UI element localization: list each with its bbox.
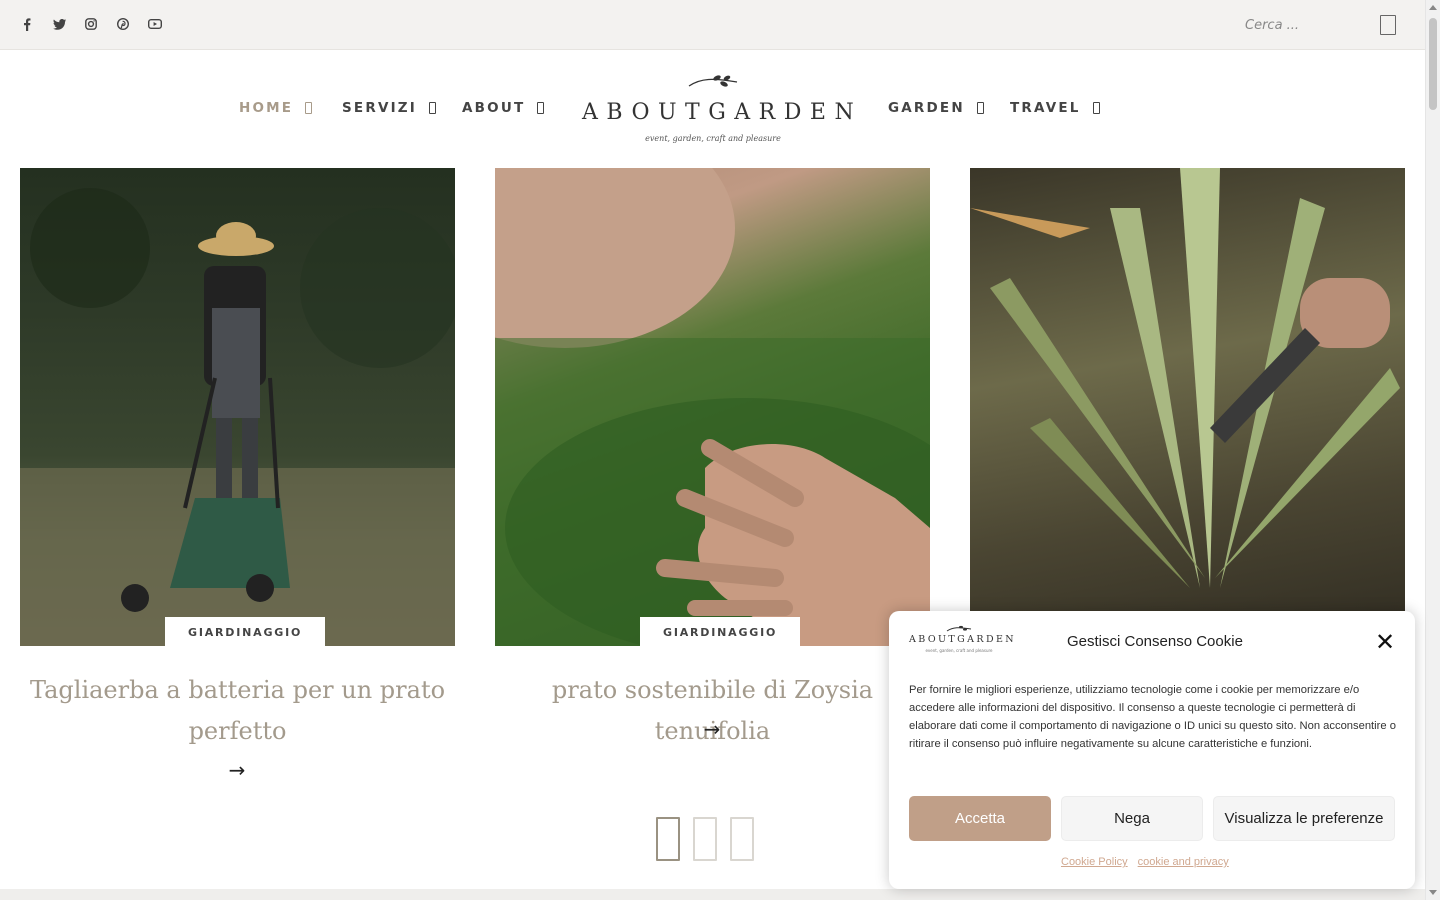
chevron-down-icon: [429, 102, 437, 114]
pagination-dot-1[interactable]: [656, 817, 680, 861]
youtube-icon[interactable]: [146, 14, 164, 34]
search-box: [1240, 10, 1410, 40]
close-icon[interactable]: ✕: [1374, 630, 1396, 654]
nav-item-servizi[interactable]: SERVIZI: [342, 99, 437, 117]
cookie-dialog-title: Gestisci Consenso Cookie: [1067, 633, 1243, 650]
chevron-down-icon: [305, 102, 313, 114]
chevron-down-icon: [1092, 102, 1100, 114]
cookie-logo: ABOUTGARDEN event, garden, craft and ple…: [909, 624, 1017, 654]
leaf-branch-icon: [688, 75, 738, 87]
post-image-iris[interactable]: [970, 168, 1405, 646]
footer-strip: [0, 889, 1425, 900]
scroll-down-arrow-icon[interactable]: [1429, 890, 1437, 895]
nav-item-label: HOME: [239, 100, 294, 116]
instagram-icon[interactable]: [82, 14, 100, 34]
post-image-zoysia[interactable]: [495, 168, 930, 646]
chevron-down-icon: [976, 102, 984, 114]
accept-button[interactable]: Accetta: [909, 796, 1051, 841]
cookie-logo-wordmark: ABOUTGARDEN: [909, 634, 1017, 645]
post-title[interactable]: Tagliaerba a batteria per un prato perfe…: [20, 670, 455, 752]
pinterest-icon[interactable]: [114, 14, 132, 34]
carousel-pagination: [656, 817, 754, 861]
nav-item-label: GARDEN: [888, 100, 965, 116]
social-links: [18, 14, 164, 34]
nav-item-home[interactable]: HOME: [239, 99, 313, 117]
cookie-policy-link[interactable]: Cookie Policy: [1061, 856, 1128, 868]
pagination-dot-3[interactable]: [730, 817, 754, 861]
top-bar: [0, 0, 1425, 50]
pagination-dot-2[interactable]: [693, 817, 717, 861]
leaf-branch-icon: [946, 625, 972, 632]
post-image-lawnmower[interactable]: [20, 168, 455, 646]
post-card: GIARDINAGGIO prato sostenibile di Zoysia…: [495, 168, 930, 745]
nav-item-travel[interactable]: TRAVEL: [1010, 99, 1100, 117]
category-badge[interactable]: GIARDINAGGIO: [165, 617, 326, 647]
category-badge[interactable]: GIARDINAGGIO: [640, 617, 801, 647]
cookie-privacy-link[interactable]: cookie and privacy: [1138, 856, 1229, 868]
facebook-icon[interactable]: [18, 14, 36, 34]
cookie-logo-tagline: event, garden, craft and pleasure: [925, 648, 993, 653]
search-input[interactable]: [1240, 17, 1370, 33]
search-icon[interactable]: [1380, 15, 1396, 35]
twitter-icon[interactable]: [50, 14, 68, 34]
post-card: GIARDINAGGIO Tagliaerba a batteria per u…: [20, 168, 455, 782]
scrollbar-thumb[interactable]: [1429, 18, 1437, 110]
page-scrollbar[interactable]: [1425, 0, 1440, 900]
site-logo[interactable]: ABOUTGARDEN event, garden, craft and ple…: [582, 72, 863, 148]
nav-item-garden[interactable]: GARDEN: [888, 99, 984, 117]
cookie-consent-dialog: ABOUTGARDEN event, garden, craft and ple…: [889, 611, 1415, 889]
chevron-down-icon: [537, 102, 545, 114]
nav-item-label: SERVIZI: [342, 100, 418, 116]
nav-item-label: ABOUT: [462, 100, 526, 116]
nav-item-about[interactable]: ABOUT: [462, 99, 545, 117]
nav-item-label: TRAVEL: [1010, 100, 1081, 116]
read-more-arrow-icon[interactable]: →: [222, 758, 252, 782]
logo-wordmark: ABOUTGARDEN: [582, 100, 863, 125]
cookie-links: Cookie Policy cookie and privacy: [1061, 856, 1229, 868]
view-preferences-button[interactable]: Visualizza le preferenze: [1213, 796, 1395, 841]
post-card: [970, 168, 1405, 646]
cookie-dialog-text: Per fornire le migliori esperienze, util…: [909, 684, 1396, 750]
scroll-up-arrow-icon[interactable]: [1429, 5, 1437, 10]
read-more-arrow-icon[interactable]: →: [697, 717, 727, 741]
deny-button[interactable]: Nega: [1061, 796, 1203, 841]
logo-tagline: event, garden, craft and pleasure: [645, 134, 781, 143]
